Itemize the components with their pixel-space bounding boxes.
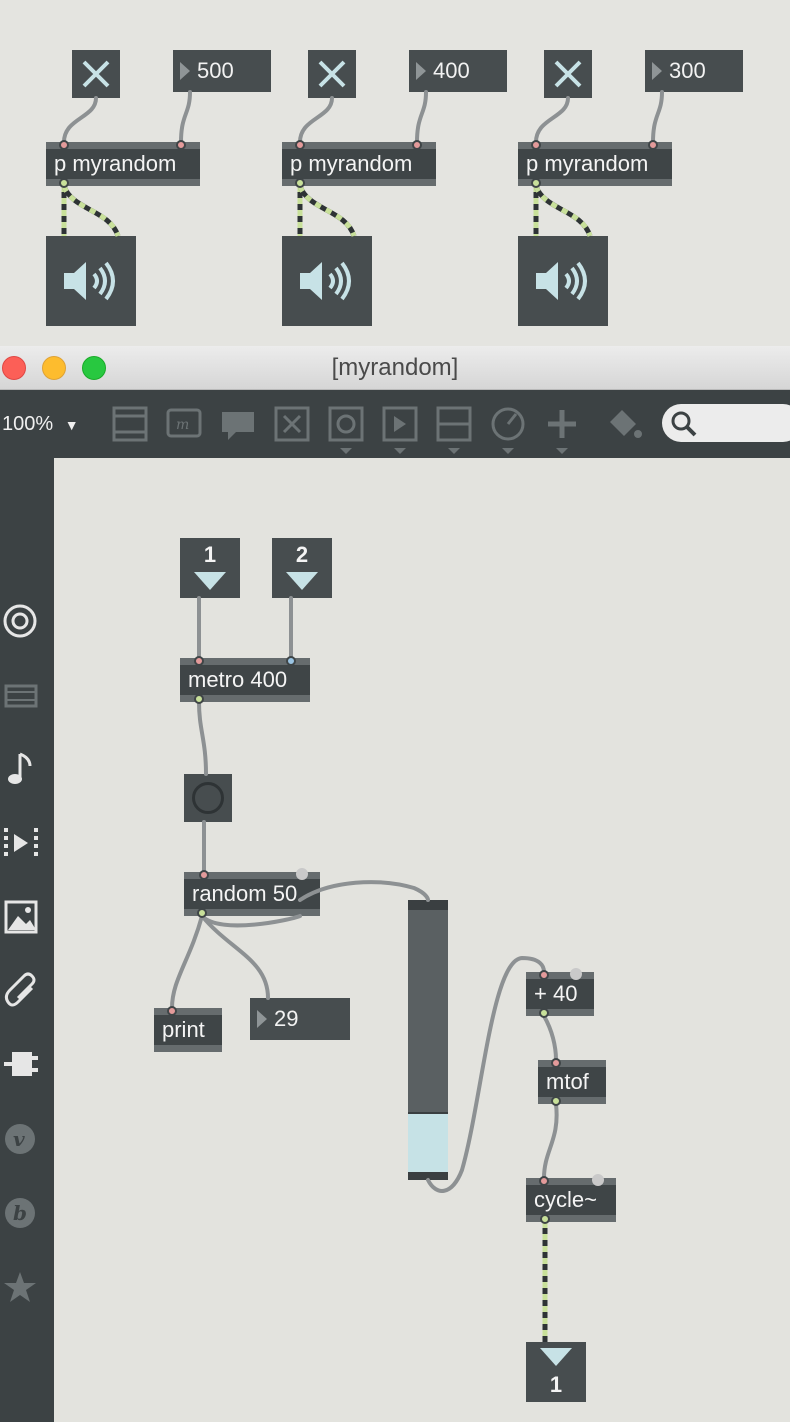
button-icon[interactable] bbox=[328, 404, 364, 458]
cycle-object[interactable]: cycle~ bbox=[526, 1178, 616, 1222]
inlet-number: 1 bbox=[203, 542, 217, 567]
vertical-slider[interactable] bbox=[408, 900, 448, 1180]
left-sidebar: v b bbox=[0, 458, 54, 1422]
svg-text:m: m bbox=[176, 417, 189, 433]
slider-fill bbox=[408, 1112, 448, 1172]
object-label: mtof bbox=[546, 1069, 589, 1094]
bang-button[interactable] bbox=[184, 774, 232, 822]
video-icon[interactable] bbox=[0, 818, 54, 868]
bang-ring-icon bbox=[192, 782, 224, 814]
paint-bucket-icon[interactable] bbox=[604, 404, 644, 444]
message-icon[interactable]: m bbox=[166, 404, 202, 444]
number-box-1[interactable]: 500 bbox=[173, 50, 271, 92]
number-icon[interactable] bbox=[382, 404, 418, 458]
object-label: p myrandom bbox=[526, 151, 649, 176]
outlet-arrow-icon bbox=[540, 1348, 572, 1366]
x-icon bbox=[318, 60, 346, 88]
x-icon bbox=[82, 60, 110, 88]
ezdac-3[interactable] bbox=[518, 236, 608, 326]
target-icon[interactable] bbox=[0, 596, 54, 646]
zoom-window-button[interactable] bbox=[82, 356, 106, 380]
object-label: metro 400 bbox=[188, 667, 288, 692]
dial-icon[interactable] bbox=[490, 404, 526, 458]
outlet-1[interactable]: 1 bbox=[526, 1342, 586, 1402]
inlet-arrow-icon bbox=[286, 572, 318, 590]
object-label: print bbox=[162, 1017, 205, 1042]
object-label: p myrandom bbox=[54, 151, 177, 176]
mtof-object[interactable]: mtof bbox=[538, 1060, 606, 1104]
inlet-arrow-icon bbox=[194, 572, 226, 590]
toggle-icon[interactable] bbox=[274, 404, 310, 444]
outlet-number: 1 bbox=[549, 1372, 563, 1397]
add-icon[interactable] bbox=[544, 404, 580, 458]
ezdac-1[interactable] bbox=[46, 236, 136, 326]
toggle-1[interactable] bbox=[72, 50, 120, 98]
inlet-number: 2 bbox=[295, 542, 309, 567]
inlet-2[interactable]: 2 bbox=[272, 538, 332, 598]
subpatcher-object-1[interactable]: p myrandom bbox=[46, 142, 200, 186]
search-icon bbox=[671, 411, 697, 437]
chevron-down-icon: ▼ bbox=[64, 417, 79, 433]
close-window-button[interactable] bbox=[2, 356, 26, 380]
speaker-icon bbox=[536, 261, 587, 301]
number-value: 29 bbox=[274, 1006, 299, 1031]
plus-object[interactable]: + 40 bbox=[526, 972, 594, 1016]
window-title: [myrandom] bbox=[331, 354, 459, 381]
toggle-3[interactable] bbox=[544, 50, 592, 98]
svg-text:v: v bbox=[13, 1127, 25, 1151]
window-titlebar[interactable]: [myrandom] bbox=[0, 346, 790, 390]
print-object[interactable]: print bbox=[154, 1008, 222, 1052]
toggle-2[interactable] bbox=[308, 50, 356, 98]
ezdac-2[interactable] bbox=[282, 236, 372, 326]
object-label: + 40 bbox=[534, 981, 578, 1006]
speaker-icon bbox=[300, 261, 351, 301]
speaker-icon bbox=[64, 261, 115, 301]
inlet-1[interactable]: 1 bbox=[180, 538, 240, 598]
object-box-icon[interactable] bbox=[112, 404, 148, 444]
random-object[interactable]: random 50 bbox=[184, 872, 320, 916]
search-field[interactable] bbox=[662, 404, 790, 442]
zoom-selector[interactable]: 100% ▼ bbox=[2, 390, 79, 458]
slider-icon[interactable] bbox=[436, 404, 472, 458]
image-icon[interactable] bbox=[0, 892, 54, 942]
svg-text:b: b bbox=[13, 1201, 27, 1225]
object-label: random 50 bbox=[192, 881, 298, 906]
metro-object[interactable]: metro 400 bbox=[180, 658, 310, 702]
media-icon[interactable] bbox=[0, 670, 54, 720]
music-note-icon[interactable] bbox=[0, 744, 54, 794]
subpatcher-object-2[interactable]: p myrandom bbox=[282, 142, 436, 186]
number-box-3[interactable]: 300 bbox=[645, 50, 743, 92]
comment-icon[interactable] bbox=[220, 404, 256, 444]
paperclip-icon[interactable] bbox=[0, 966, 54, 1016]
star-icon[interactable] bbox=[0, 1262, 54, 1312]
number-value: 300 bbox=[669, 58, 706, 83]
object-label: cycle~ bbox=[534, 1187, 597, 1212]
plug-icon[interactable] bbox=[0, 1040, 54, 1090]
number-box-2[interactable]: 400 bbox=[409, 50, 507, 92]
subpatcher-object-3[interactable]: p myrandom bbox=[518, 142, 672, 186]
number-value: 400 bbox=[433, 58, 470, 83]
bpatcher-icon[interactable]: b bbox=[0, 1188, 54, 1238]
object-label: p myrandom bbox=[290, 151, 413, 176]
minimize-window-button[interactable] bbox=[42, 356, 66, 380]
number-box-output[interactable]: 29 bbox=[250, 998, 350, 1040]
number-value: 500 bbox=[197, 58, 234, 83]
zoom-level: 100% bbox=[2, 413, 54, 435]
x-icon bbox=[554, 60, 582, 88]
vimeo-icon[interactable]: v bbox=[0, 1114, 54, 1164]
